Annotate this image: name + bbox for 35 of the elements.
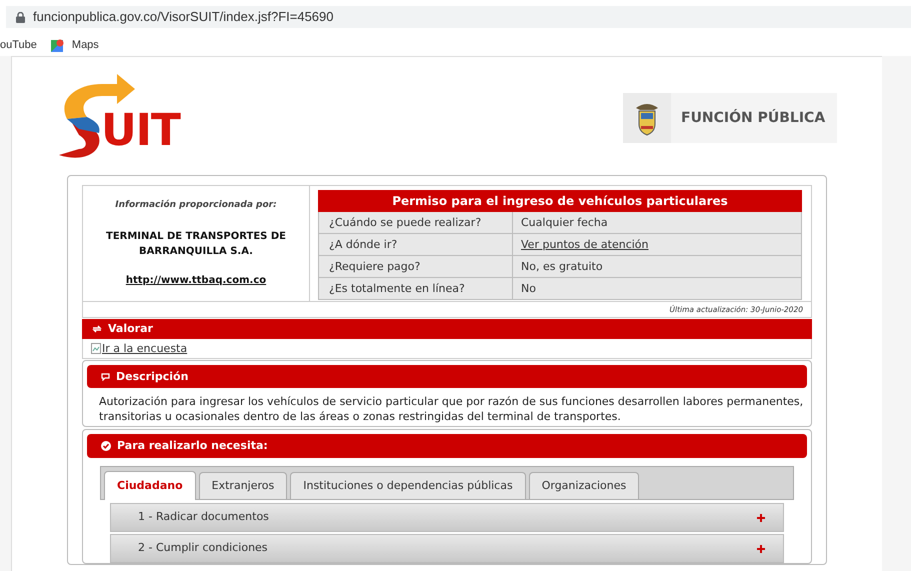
requirements-title: Para realizarlo necesita: [117,438,268,454]
question-cell: ¿Requiere pago? [319,256,513,277]
description-title: Descripción [116,368,188,385]
logo-text: UIT [101,109,180,153]
question-cell: ¿Cuándo se puede realizar? [319,212,513,233]
provider-label: Información proporcionada por: [115,199,277,212]
swap-arrows-icon [92,325,102,334]
bookmark-link[interactable]: Maps [50,36,99,54]
provider-link[interactable]: http://www.ttbaq.com.co [126,272,266,288]
tab[interactable]: Instituciones o dependencias públicas [290,472,526,499]
procedure-title: Permiso para el ingreso de vehículos particulares [318,190,802,212]
answer-cell-text: No, es gratuito [520,259,603,275]
answer-link[interactable]: Ver puntos de atención [513,234,648,255]
description-text: Autorización para ingresar los vehículos de servicio particular que por razón de sus funciones desarrollen labores permanentes, transitorias u ocasionales dentro de las áreas o zonas restringidas del terminal de transportes. [98,394,804,424]
map-pin-icon [50,38,64,52]
question-cell: ¿Es totalmente en línea? [319,278,513,299]
answer-cell-text: No [520,281,536,297]
broken-image-icon [91,343,101,354]
accordion-item[interactable]: 1 - Radicar documentos [110,503,784,532]
bookmark-link[interactable]: ouTube [0,36,37,54]
address-bar[interactable]: funcionpublica.gov.co/VisorSUIT/index.jsf?FI=45690 [6,6,911,28]
tab[interactable]: Ciudadano [104,471,196,500]
provider-name: TERMINAL DE TRANSPORTES DE BARRANQUILLA S.A. [105,230,287,259]
rating-title: Valorar [108,321,153,338]
survey-link[interactable]: Ir a la encuesta [102,340,188,358]
tab[interactable]: Organizaciones [528,472,640,499]
brand-text: FUNCIÓN PÚBLICA [681,108,826,128]
comment-icon [101,372,110,381]
answer-cell-text: Cualquier fecha [520,215,608,231]
check-circle-icon [101,441,111,451]
accordion-item[interactable]: 2 - Cumplir condiciones [110,534,784,563]
tab[interactable]: Extranjeros [198,472,288,499]
url-text: funcionpublica.gov.co/VisorSUIT/index.jsf?FI=45690 [33,8,334,26]
lock-icon [16,12,25,22]
question-cell: ¿A dónde ir? [319,234,513,255]
